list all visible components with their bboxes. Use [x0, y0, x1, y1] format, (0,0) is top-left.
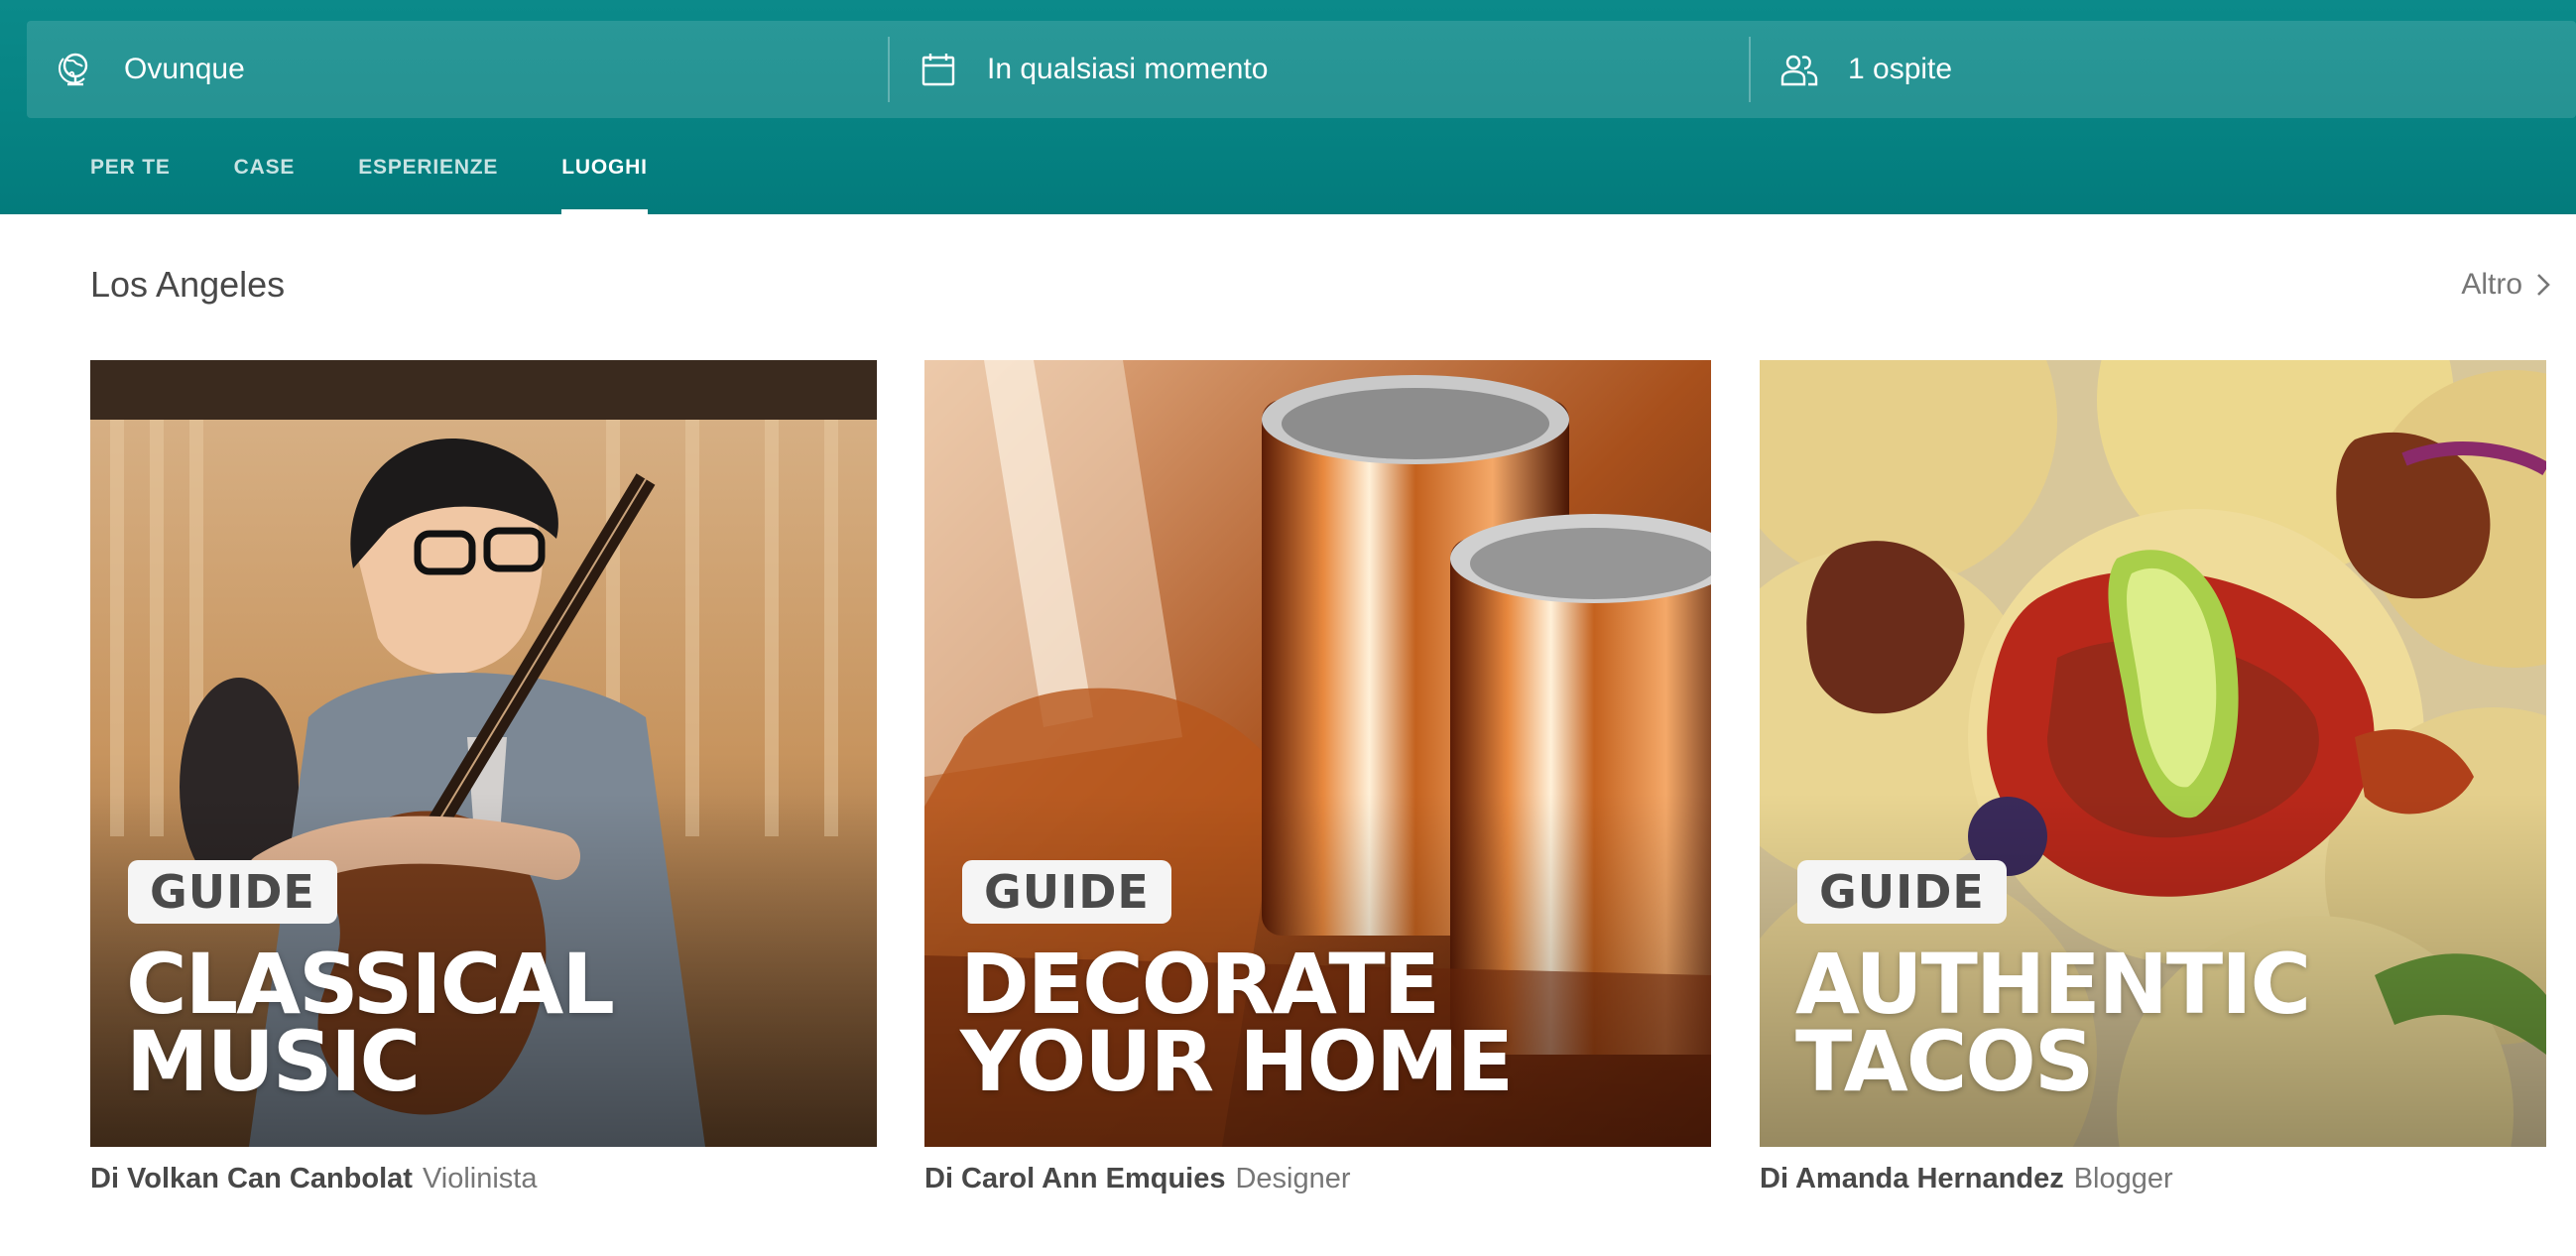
guide-title-line: AUTHENTIC [1795, 936, 2311, 1033]
author-name: Di Carol Ann Emquies [924, 1163, 1226, 1194]
globe-pin-icon [57, 51, 94, 88]
location-value: Ovunque [124, 53, 245, 85]
guide-card-authentic-tacos[interactable]: GUIDE AUTHENTIC TACOS Di Amanda Hernande… [1760, 360, 2546, 1195]
guide-title-line: TACOS [1795, 1013, 2094, 1110]
search-bar: Ovunque In qualsiasi momento 1 ospite [27, 21, 2576, 118]
calendar-icon [920, 51, 957, 88]
guide-title-line: CLASSICAL [126, 936, 615, 1033]
author-name: Di Amanda Hernandez [1760, 1163, 2064, 1194]
guide-title: DECORATE YOUR HOME [960, 936, 1514, 1110]
guide-badge: GUIDE [128, 860, 337, 924]
tab-esperienze[interactable]: ESPERIENZE [358, 139, 498, 214]
guests-value: 1 ospite [1848, 53, 1953, 85]
guide-title-line: DECORATE [960, 936, 1440, 1033]
guide-badge: GUIDE [962, 860, 1171, 924]
dates-value: In qualsiasi momento [987, 53, 1269, 85]
dates-field[interactable]: In qualsiasi momento [890, 21, 1749, 118]
guide-image[interactable]: GUIDE CLASSICAL MUSIC [90, 360, 877, 1147]
more-link[interactable]: Altro [2461, 268, 2550, 302]
guide-image[interactable]: GUIDE DECORATE YOUR HOME [924, 360, 1711, 1147]
author-role: Designer [1235, 1163, 1351, 1194]
guests-icon [1780, 51, 1818, 88]
more-link-label: Altro [2461, 268, 2522, 301]
location-field[interactable]: Ovunque [27, 21, 888, 118]
guide-image[interactable]: GUIDE AUTHENTIC TACOS [1760, 360, 2546, 1147]
section-title: Los Angeles [90, 264, 286, 305]
tab-luoghi[interactable]: LUOGHI [561, 139, 649, 214]
guide-title-line: YOUR HOME [960, 1013, 1514, 1110]
category-tabs: PER TE CASE ESPERIENZE LUOGHI [90, 139, 711, 214]
author-role: Violinista [422, 1163, 538, 1194]
header: Ovunque In qualsiasi momento 1 ospite PE… [0, 0, 2576, 214]
guide-title: AUTHENTIC TACOS [1795, 936, 2311, 1110]
chevron-right-icon [2536, 273, 2550, 297]
author-role: Blogger [2073, 1163, 2173, 1194]
tab-case[interactable]: CASE [234, 139, 296, 214]
guide-badge: GUIDE [1797, 860, 2007, 924]
guide-title: CLASSICAL MUSIC [126, 936, 615, 1110]
tab-per-te[interactable]: PER TE [90, 139, 171, 214]
guide-title-line: MUSIC [126, 1013, 421, 1110]
byline: Di Amanda Hernandez Blogger [1760, 1163, 2546, 1195]
author-name: Di Volkan Can Canbolat [90, 1163, 413, 1194]
byline: Di Volkan Can Canbolat Violinista [90, 1163, 877, 1195]
guide-card-decorate-your-home[interactable]: GUIDE DECORATE YOUR HOME Di Carol Ann Em… [924, 360, 1711, 1195]
byline: Di Carol Ann Emquies Designer [924, 1163, 1711, 1195]
guide-card-classical-music[interactable]: GUIDE CLASSICAL MUSIC Di Volkan Can Canb… [90, 360, 877, 1195]
guests-field[interactable]: 1 ospite [1751, 21, 2576, 118]
